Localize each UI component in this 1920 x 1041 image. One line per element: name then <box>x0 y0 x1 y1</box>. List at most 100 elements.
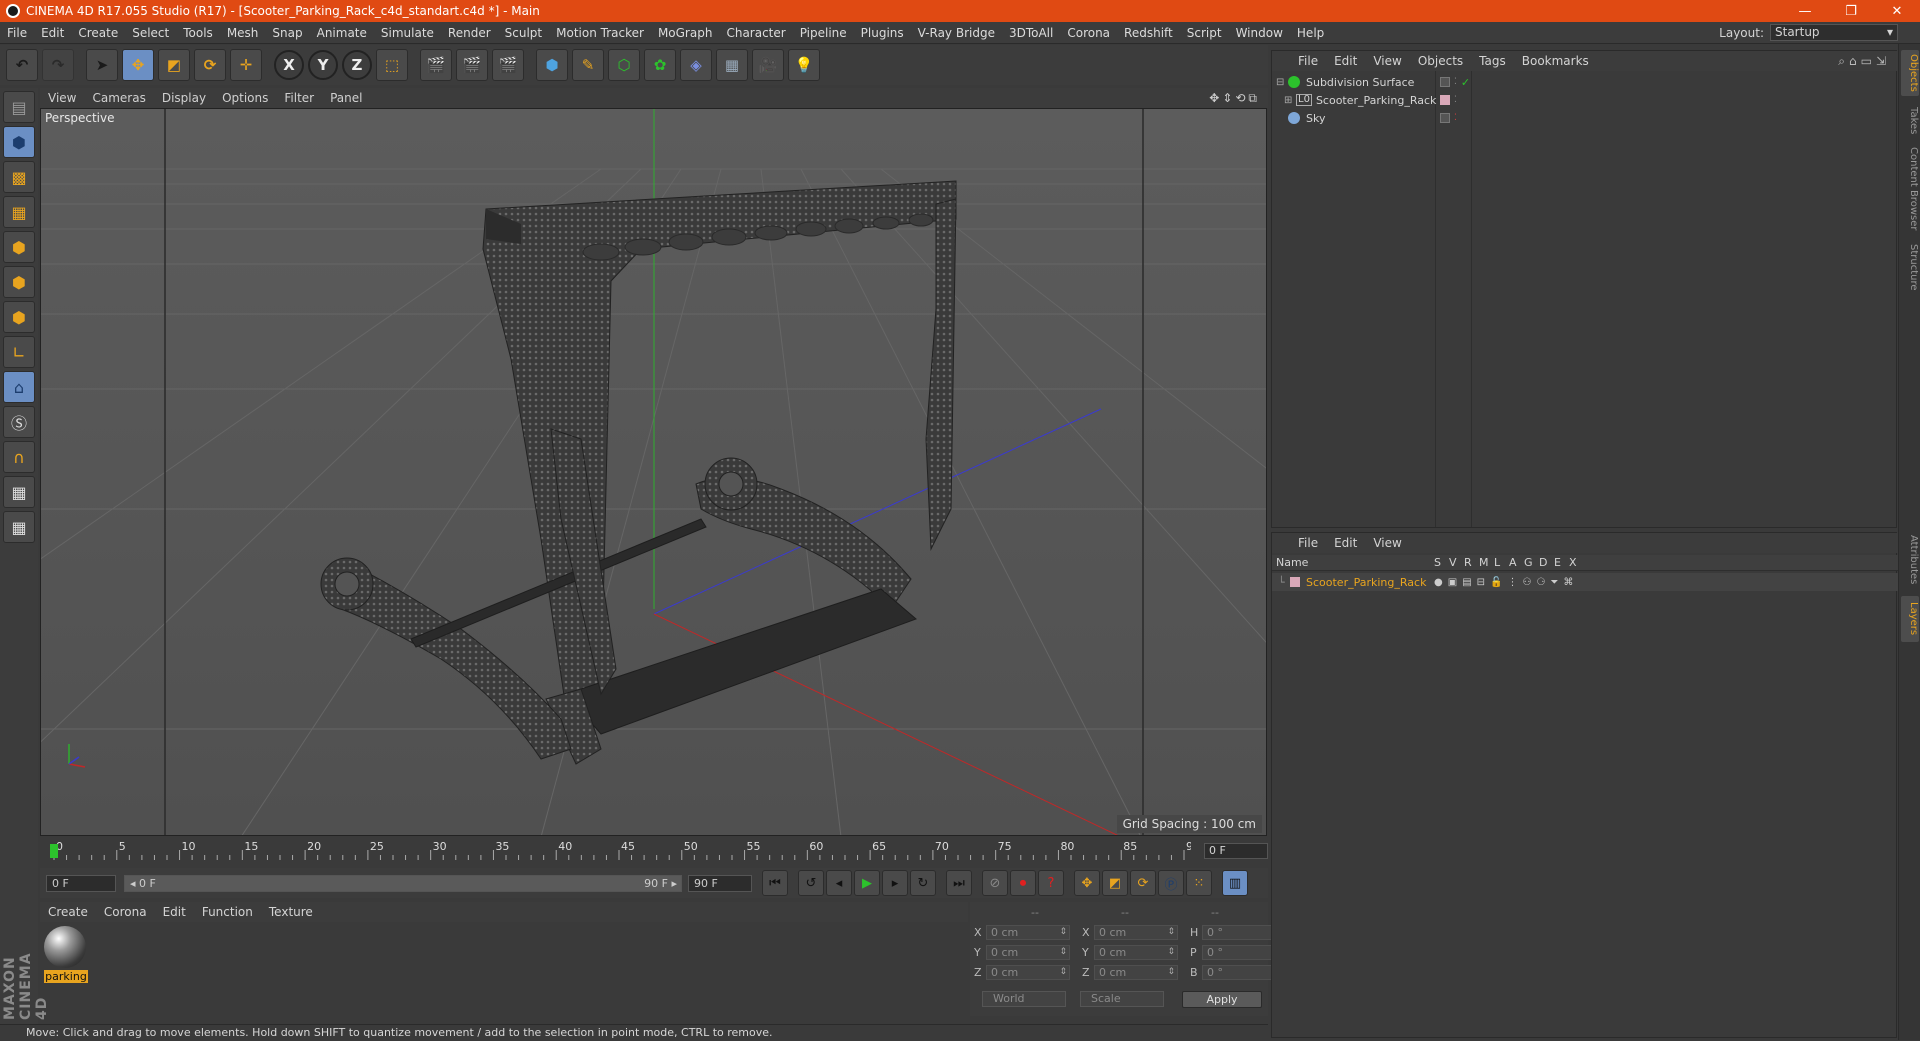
x-axis-button[interactable]: X <box>274 50 304 80</box>
layer-animation-icon[interactable]: ⋮ <box>1507 577 1517 588</box>
layer-lock-icon[interactable]: 🔓 <box>1490 577 1502 588</box>
add-subdivision-button[interactable]: ⬡ <box>608 49 640 81</box>
key-pla-button[interactable]: ⁙ <box>1186 870 1212 896</box>
object-name[interactable]: Sky <box>1306 112 1454 125</box>
layout-select[interactable]: Startup <box>1770 24 1898 41</box>
col-locked[interactable]: L <box>1494 556 1509 569</box>
live-selection-button[interactable]: ➤ <box>86 49 118 81</box>
layer-xref-icon[interactable]: ⌘ <box>1563 577 1573 588</box>
perspective-viewport[interactable]: Perspective Grid Spacing : 100 cm <box>40 108 1267 836</box>
material-swatch[interactable]: parking <box>44 926 88 984</box>
layer-deformer-icon[interactable]: ⚆ <box>1536 577 1545 588</box>
tab-attributes[interactable]: Attributes <box>1901 530 1919 590</box>
viewport-camera-label[interactable]: Perspective <box>45 111 115 125</box>
add-cube-button[interactable]: ⬢ <box>536 49 568 81</box>
menu-create[interactable]: Create <box>71 26 125 40</box>
viewport-menu-panel[interactable]: Panel <box>322 91 370 105</box>
col-generators[interactable]: G <box>1524 556 1539 569</box>
menu-script[interactable]: Script <box>1180 26 1229 40</box>
om-menu-bookmarks[interactable]: Bookmarks <box>1514 54 1597 68</box>
apply-button[interactable]: Apply <box>1182 991 1262 1008</box>
menu-motion-tracker[interactable]: Motion Tracker <box>549 26 651 40</box>
menu-character[interactable]: Character <box>719 26 792 40</box>
menu-simulate[interactable]: Simulate <box>374 26 441 40</box>
tab-objects[interactable]: Objects <box>1901 50 1919 96</box>
prev-frame-button[interactable]: ◂ <box>826 870 852 896</box>
tweak-mode-button[interactable]: ⌂ <box>3 371 35 403</box>
preview-range-slider[interactable]: ◂ 0 F 90 F ▸ <box>124 874 682 892</box>
om-menu-edit[interactable]: Edit <box>1326 54 1365 68</box>
minimize-button[interactable]: — <box>1782 4 1828 19</box>
model-mode-button[interactable]: ⬢ <box>3 126 35 158</box>
close-button[interactable]: ✕ <box>1874 4 1920 19</box>
y-axis-button[interactable]: Y <box>308 50 338 80</box>
add-cloner-button[interactable]: ✿ <box>644 49 676 81</box>
visibility-dots-icon[interactable]: ⁚ <box>1454 113 1457 123</box>
tree-expand-icon[interactable]: ⊞ <box>1284 95 1296 106</box>
polygons-mode-button[interactable]: ⬢ <box>3 301 35 333</box>
tab-content-browser[interactable]: Content Browser <box>1901 146 1919 232</box>
coord-space-dropdown[interactable]: World <box>982 991 1066 1007</box>
col-xref[interactable]: X <box>1569 556 1584 569</box>
layer-generator-icon[interactable]: ⚇ <box>1522 577 1531 588</box>
menu-vray-bridge[interactable]: V-Ray Bridge <box>911 26 1002 40</box>
layer-color-icon[interactable] <box>1290 577 1300 587</box>
material-menu-function[interactable]: Function <box>194 905 261 919</box>
layer-name[interactable]: Scooter_Parking_Rack <box>1306 576 1434 589</box>
menu-mograph[interactable]: MoGraph <box>651 26 720 40</box>
rotate-tool-button[interactable]: ⟳ <box>194 49 226 81</box>
material-menu-corona[interactable]: Corona <box>96 905 155 919</box>
motion-record-button[interactable]: ⊘ <box>982 870 1008 896</box>
workplane-mode-button[interactable]: ▦ <box>3 196 35 228</box>
add-light-button[interactable]: 💡 <box>788 49 820 81</box>
viewport-menu-options[interactable]: Options <box>214 91 276 105</box>
autokey-button[interactable]: ? <box>1038 870 1064 896</box>
menu-help[interactable]: Help <box>1290 26 1331 40</box>
menu-pipeline[interactable]: Pipeline <box>793 26 854 40</box>
prev-key-button[interactable]: ↺ <box>798 870 824 896</box>
render-picture-viewer-button[interactable]: 🎬 <box>456 49 488 81</box>
add-pen-button[interactable]: ✎ <box>572 49 604 81</box>
lm-menu-view[interactable]: View <box>1365 536 1409 550</box>
next-frame-button[interactable]: ▸ <box>882 870 908 896</box>
object-name[interactable]: Subdivision Surface <box>1306 76 1454 89</box>
redo-button[interactable]: ↷ <box>42 49 74 81</box>
axis-mode-button[interactable]: ∟ <box>3 336 35 368</box>
menu-file[interactable]: File <box>0 26 34 40</box>
layer-view-icon[interactable]: ▣ <box>1448 577 1457 588</box>
z-axis-button[interactable]: Z <box>342 50 372 80</box>
render-view-button[interactable]: 🎬 <box>420 49 452 81</box>
viewport-menu-cameras[interactable]: Cameras <box>84 91 153 105</box>
col-name[interactable]: Name <box>1272 556 1434 569</box>
lm-menu-edit[interactable]: Edit <box>1326 536 1365 550</box>
layer-swatch-icon[interactable] <box>1440 113 1450 123</box>
layer-manager-icon[interactable]: ⊟ <box>1477 577 1485 588</box>
position-z-field[interactable]: 0 cm <box>986 965 1070 980</box>
layer-swatch-icon[interactable] <box>1440 77 1450 87</box>
menu-render[interactable]: Render <box>441 26 498 40</box>
om-toolbar-icons[interactable]: ⌕⌂▭⇲ <box>1838 54 1898 69</box>
menu-snap[interactable]: Snap <box>265 26 309 40</box>
col-manager[interactable]: M <box>1479 556 1494 569</box>
object-row-scooter-rack[interactable]: ⊞ L0 Scooter_Parking_Rack ⁚ <box>1272 91 1898 109</box>
go-to-end-button[interactable]: ⏭ <box>946 870 972 896</box>
menu-edit[interactable]: Edit <box>34 26 71 40</box>
layer-render-icon[interactable]: ▤ <box>1462 577 1471 588</box>
object-row-sky[interactable]: Sky ⁚ <box>1272 109 1898 127</box>
scale-tool-button[interactable]: ◩ <box>158 49 190 81</box>
points-mode-button[interactable]: ⬢ <box>3 231 35 263</box>
workplane-lock-button[interactable]: ▦ <box>3 476 35 508</box>
viewport-menu-filter[interactable]: Filter <box>276 91 322 105</box>
playhead-marker[interactable] <box>50 844 58 858</box>
size-y-field[interactable]: 0 cm <box>1094 945 1178 960</box>
add-camera-button[interactable]: 🎥 <box>752 49 784 81</box>
om-menu-file[interactable]: File <box>1290 54 1326 68</box>
key-rotation-button[interactable]: ⟳ <box>1130 870 1156 896</box>
go-to-start-button[interactable]: ⏮ <box>762 870 788 896</box>
tree-collapse-icon[interactable]: ⊟ <box>1276 77 1288 88</box>
undo-button[interactable]: ↶ <box>6 49 38 81</box>
col-deformers[interactable]: D <box>1539 556 1554 569</box>
render-settings-button[interactable]: 🎬 <box>492 49 524 81</box>
viewport-menu-display[interactable]: Display <box>154 91 214 105</box>
om-menu-objects[interactable]: Objects <box>1410 54 1471 68</box>
